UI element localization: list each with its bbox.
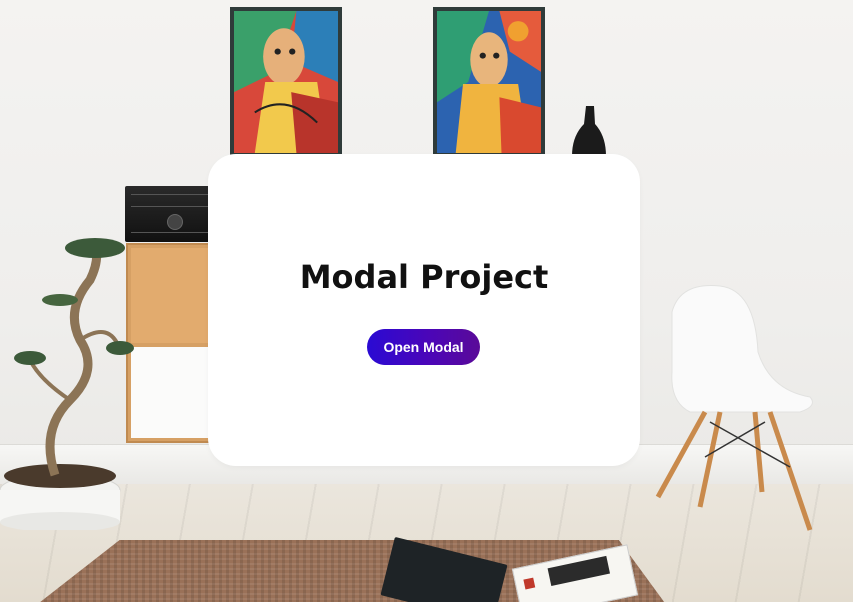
modal-project-card: Modal Project Open Modal [208,154,640,466]
open-modal-button[interactable]: Open Modal [367,329,480,365]
bonsai-plant-icon [0,230,140,532]
background-scene: Modal Project Open Modal [0,0,853,602]
page-title: Modal Project [299,258,549,296]
white-chair-icon [650,282,820,532]
painting-right-icon [433,7,545,157]
painting-left-icon [230,7,342,157]
vase-icon [572,106,606,156]
